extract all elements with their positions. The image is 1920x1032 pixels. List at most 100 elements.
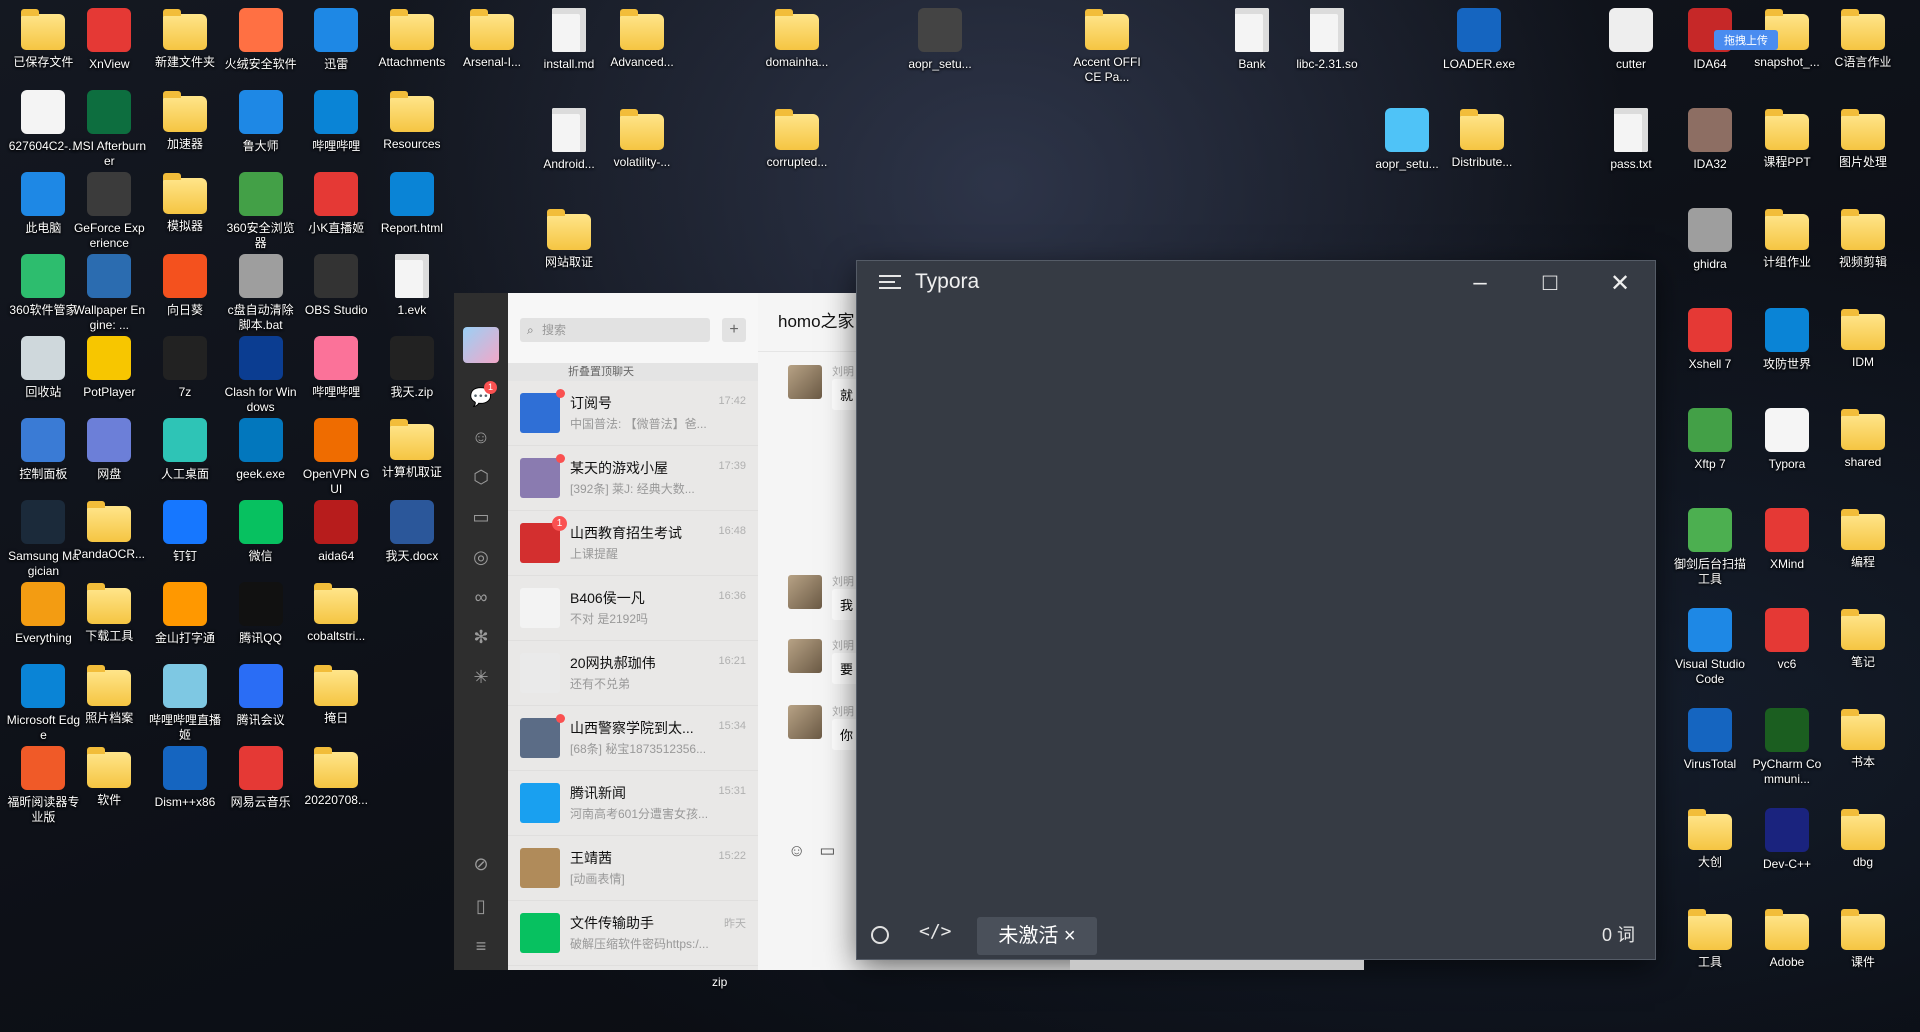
minimize-button[interactable]: –	[1445, 261, 1515, 305]
desktop-icon-everything[interactable]: Everything	[6, 580, 80, 646]
desktop-icon-loader-exe[interactable]: LOADER.exe	[1442, 6, 1516, 72]
desktop-icon-microsoft-edge[interactable]: Microsoft Edge	[6, 662, 80, 743]
desktop-icon-腾讯qq[interactable]: 腾讯QQ	[224, 580, 298, 646]
desktop-icon-c盘自动清除脚本-bat[interactable]: c盘自动清除脚本.bat	[224, 252, 298, 333]
desktop-icon-report-html[interactable]: Report.html	[375, 170, 449, 236]
desktop-icon-工具[interactable]: 工具	[1673, 906, 1747, 970]
menu-icon[interactable]: ≡	[454, 926, 508, 966]
desktop-icon-dism-x86[interactable]: Dism++x86	[148, 744, 222, 810]
desktop-icon-openvpn-gui[interactable]: OpenVPN GUI	[299, 416, 373, 497]
desktop-icon-福昕阅读器专业版[interactable]: 福昕阅读器专业版	[6, 744, 80, 825]
desktop-icon-攻防世界[interactable]: 攻防世界	[1750, 306, 1824, 372]
fold-pinned[interactable]: 折叠置顶聊天	[508, 363, 758, 381]
desktop-icon-ida32[interactable]: IDA32	[1673, 106, 1747, 172]
desktop-icon-distribute[interactable]: Distribute...	[1445, 106, 1519, 170]
desktop-icon-aida64[interactable]: aida64	[299, 498, 373, 564]
desktop-icon-clash-for-windows[interactable]: Clash for Windows	[224, 334, 298, 415]
desktop-icon-libc-2-31-so[interactable]: libc-2.31.so	[1290, 6, 1364, 72]
chat-item[interactable]: 某天的游戏小屋 [392条] 莱J: 经典大数... 17:39	[508, 446, 758, 511]
desktop-icon-掩日[interactable]: 掩日	[299, 662, 373, 726]
desktop-icon-xftp-7[interactable]: Xftp 7	[1673, 406, 1747, 472]
desktop-icon-adobe[interactable]: Adobe	[1750, 906, 1824, 970]
desktop-icon-小k直播姬[interactable]: 小K直播姬	[299, 170, 373, 236]
desktop-icon-msi-afterburner[interactable]: MSI Afterburner	[72, 88, 146, 169]
contacts-icon[interactable]: ☺	[454, 417, 508, 457]
desktop-icon-网盘[interactable]: 网盘	[72, 416, 146, 482]
desktop-icon-课程ppt[interactable]: 课程PPT	[1750, 106, 1824, 170]
search-sparkle-icon[interactable]: ✳	[454, 657, 508, 697]
message-avatar[interactable]	[788, 575, 822, 609]
message-avatar[interactable]	[788, 639, 822, 673]
desktop-icon-samsung-magician[interactable]: Samsung Magician	[6, 498, 80, 579]
desktop-icon-c语言作业[interactable]: C语言作业	[1826, 6, 1900, 70]
desktop-icon-android[interactable]: Android...	[532, 106, 606, 172]
source-mode-toggle[interactable]: </>	[919, 921, 952, 942]
desktop-icon-模拟器[interactable]: 模拟器	[148, 170, 222, 234]
desktop-icon-哔哩哔哩[interactable]: 哔哩哔哩	[299, 334, 373, 400]
desktop-icon-课件[interactable]: 课件	[1826, 906, 1900, 970]
chat-item[interactable]: 山西教育招生考试 上课提醒 16:48 1	[508, 511, 758, 576]
message-avatar[interactable]	[788, 365, 822, 399]
desktop-icon-virustotal[interactable]: VirusTotal	[1673, 706, 1747, 772]
avatar[interactable]	[463, 327, 499, 363]
add-button[interactable]: +	[722, 318, 746, 342]
desktop-icon-advanced[interactable]: Advanced...	[605, 6, 679, 70]
chat-item[interactable]: 王靖茜 [动画表情] 15:22	[508, 836, 758, 901]
chat-item[interactable]: 腾讯新闻 河南高考601分遭害女孩... 15:31	[508, 771, 758, 836]
desktop-icon-cobaltstri[interactable]: cobaltstri...	[299, 580, 373, 644]
files-icon[interactable]: ▭	[454, 497, 508, 537]
moments-icon[interactable]: ◎	[454, 537, 508, 577]
desktop-icon-pycharm-communi[interactable]: PyCharm Communi...	[1750, 706, 1824, 787]
desktop-icon-pass-txt[interactable]: pass.txt	[1594, 106, 1668, 172]
desktop-icon-我天-zip[interactable]: 我天.zip	[375, 334, 449, 400]
folder-icon[interactable]: ▭	[819, 841, 849, 860]
desktop-icon-下载工具[interactable]: 下载工具	[72, 580, 146, 644]
desktop-icon-corrupted[interactable]: corrupted...	[760, 106, 834, 170]
desktop-icon-xshell-7[interactable]: Xshell 7	[1673, 306, 1747, 372]
mini-program-icon[interactable]: ✻	[454, 617, 508, 657]
emoji-icon[interactable]: ☺	[788, 841, 819, 860]
close-button[interactable]: ✕	[1585, 261, 1655, 305]
desktop-icon-笔记[interactable]: 笔记	[1826, 606, 1900, 670]
desktop-icon-dbg[interactable]: dbg	[1826, 806, 1900, 870]
desktop-icon-书本[interactable]: 书本	[1826, 706, 1900, 770]
desktop-icon-xmind[interactable]: XMind	[1750, 506, 1824, 572]
desktop-icon-shared[interactable]: shared	[1826, 406, 1900, 470]
desktop-icon-视频剪辑[interactable]: 视频剪辑	[1826, 206, 1900, 270]
desktop-icon-人工桌面[interactable]: 人工桌面	[148, 416, 222, 482]
desktop-icon-cutter[interactable]: cutter	[1594, 6, 1668, 72]
desktop-icon-resources[interactable]: Resources	[375, 88, 449, 152]
desktop-icon-20220708[interactable]: 20220708...	[299, 744, 373, 808]
desktop-icon-回收站[interactable]: 回收站	[6, 334, 80, 400]
desktop-icon-火绒安全软件[interactable]: 火绒安全软件	[224, 6, 298, 72]
desktop-icon-加速器[interactable]: 加速器	[148, 88, 222, 152]
desktop-icon-新建文件夹[interactable]: 新建文件夹	[148, 6, 222, 70]
search-input[interactable]: 搜索	[520, 318, 710, 342]
chat-item[interactable]: 山西警察学院到太... [68条] 秘宝1873512356... 15:34	[508, 706, 758, 771]
message-avatar[interactable]	[788, 705, 822, 739]
chat-icon[interactable]: 💬 1	[454, 377, 508, 417]
desktop-icon-xnview[interactable]: XnView	[72, 6, 146, 72]
desktop-icon-ghidra[interactable]: ghidra	[1673, 206, 1747, 272]
sidebar-toggle-icon[interactable]	[871, 926, 889, 944]
desktop-icon-已保存文件[interactable]: 已保存文件	[6, 6, 80, 70]
desktop-icon-计算机取证[interactable]: 计算机取证	[375, 416, 449, 480]
word-count[interactable]: 0 词	[1602, 921, 1635, 947]
desktop-icon-我天-docx[interactable]: 我天.docx	[375, 498, 449, 564]
maximize-button[interactable]: □	[1515, 261, 1585, 305]
desktop-icon-typora[interactable]: Typora	[1750, 406, 1824, 472]
desktop-icon-360软件管家[interactable]: 360软件管家	[6, 252, 80, 318]
desktop-icon-obs-studio[interactable]: OBS Studio	[299, 252, 373, 318]
chat-item[interactable]: 订阅号 中国普法: 【微普法】爸... 17:42	[508, 381, 758, 446]
desktop-icon-visual-studio-code[interactable]: Visual Studio Code	[1673, 606, 1747, 687]
desktop-icon-照片档案[interactable]: 照片档案	[72, 662, 146, 726]
miniapp-bottom-icon[interactable]: ⊘	[454, 844, 508, 884]
desktop-icon-计组作业[interactable]: 计组作业	[1750, 206, 1824, 270]
desktop-icon-哔哩哔哩直播姬[interactable]: 哔哩哔哩直播姬	[148, 662, 222, 743]
phone-icon[interactable]: ▯	[454, 886, 508, 926]
desktop-icon-bank[interactable]: Bank	[1215, 6, 1289, 72]
chat-item[interactable]: 20网执郝珈伟 还有不兑弟 16:21	[508, 641, 758, 706]
desktop-icon-potplayer[interactable]: PotPlayer	[72, 334, 146, 400]
desktop-icon-domainha[interactable]: domainha...	[760, 6, 834, 70]
desktop-icon-迅雷[interactable]: 迅雷	[299, 6, 373, 72]
